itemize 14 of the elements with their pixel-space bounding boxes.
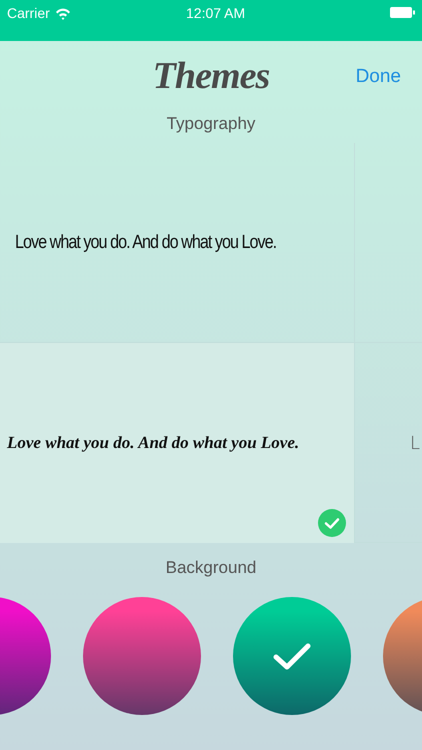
screen-title: Themes: [152, 54, 270, 98]
check-icon: [272, 640, 312, 672]
typography-option[interactable]: Love what you do. And do what you Love.: [0, 343, 355, 543]
sample-text: Love what you do. And do what you Love.: [15, 230, 276, 255]
battery-icon: [390, 7, 415, 18]
carrier-label: Carrier: [7, 4, 50, 23]
section-heading: Background: [166, 557, 256, 580]
section-heading: Typography: [166, 113, 256, 135]
time-label: 12:07 AM: [186, 4, 246, 23]
typography-option[interactable]: L: [355, 343, 422, 543]
check-icon: [318, 509, 346, 537]
wifi-icon: [54, 6, 71, 20]
sample-text: L: [410, 432, 420, 456]
sample-text: Love what you do. And do what you Love.: [7, 432, 300, 454]
